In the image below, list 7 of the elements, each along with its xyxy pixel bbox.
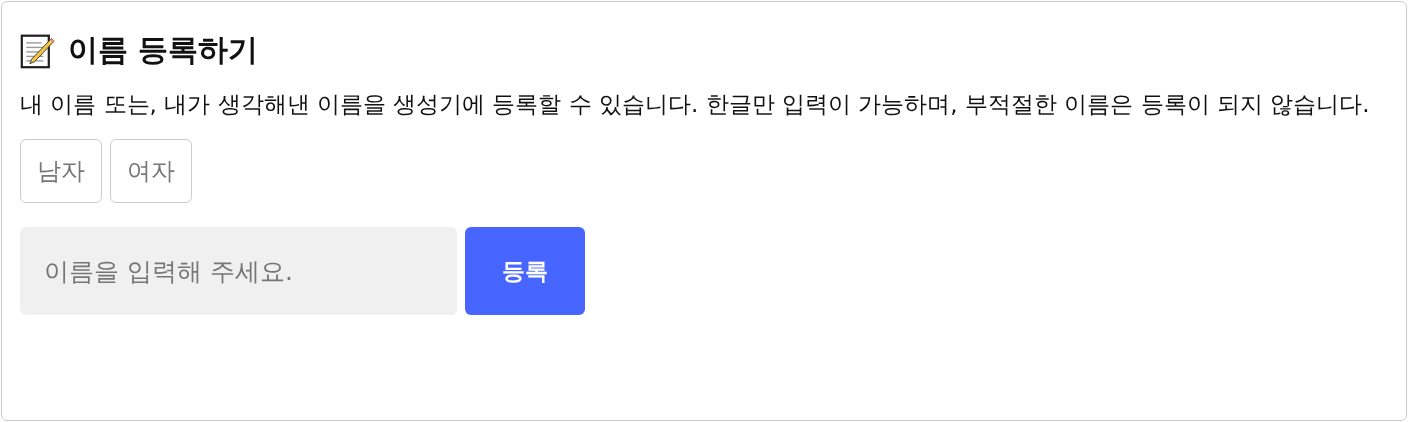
name-input-field[interactable]: 이름을 입력해 주세요.: [20, 227, 457, 315]
gender-option[interactable]: 여자: [110, 139, 192, 203]
gender-option[interactable]: 남자: [20, 139, 102, 203]
page-title: 이름 등록하기: [68, 31, 259, 69]
submit-button[interactable]: 등록: [465, 227, 585, 315]
memo-icon: [20, 32, 56, 69]
description-text: 내 이름 또는, 내가 생각해낸 이름을 생성기에 등록할 수 있습니다. 한글만 입력이 가능하며, 부적절한 이름은 등록이 되지 않습니다.: [20, 90, 1371, 119]
